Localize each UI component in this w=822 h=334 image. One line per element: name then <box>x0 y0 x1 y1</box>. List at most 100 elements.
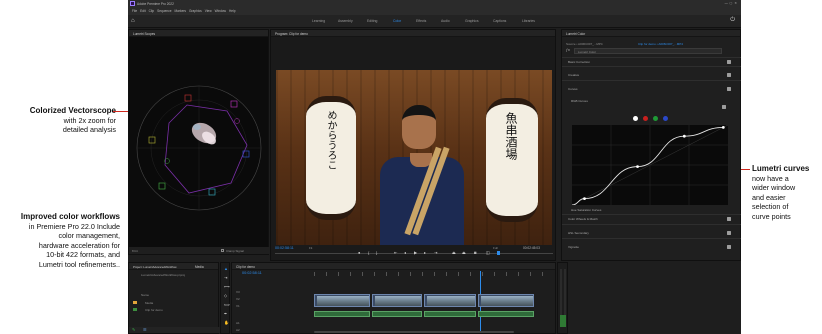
timeline-ruler[interactable] <box>314 272 550 276</box>
window-controls-icon[interactable]: — ▢ ✕ <box>725 1 737 5</box>
export-frame-icon[interactable]: ◙ <box>474 250 476 255</box>
curve-channel-blue[interactable] <box>663 116 668 121</box>
pencil-icon[interactable]: ✎ <box>132 327 135 332</box>
menu-window[interactable]: Window <box>215 9 226 13</box>
video-clip[interactable] <box>478 294 534 307</box>
section-basic-correction[interactable]: Basic Correction <box>568 60 590 64</box>
curve-point[interactable] <box>721 126 725 129</box>
timeline-timecode[interactable]: 00:02:58:11 <box>242 271 262 275</box>
audio-clip[interactable] <box>424 311 476 317</box>
lumetri-color-title[interactable]: Lumetri Color <box>566 32 585 36</box>
workspace-tab-learning[interactable]: Learning <box>312 19 325 23</box>
go-to-in-icon[interactable]: ⇤ <box>394 250 397 255</box>
fx-icon: ƒx <box>566 48 570 52</box>
track-header-a2: A2 <box>236 318 308 332</box>
vignette-toggle[interactable] <box>727 245 731 249</box>
hsl-secondary-toggle[interactable] <box>727 231 731 235</box>
workspace-tab-captions[interactable]: Captions <box>493 19 506 23</box>
lift-icon[interactable]: ⏏ <box>452 250 456 255</box>
curve-channel-green[interactable] <box>653 116 658 121</box>
project-item-clip[interactable]: Clip for demo <box>133 307 217 313</box>
menu-graphics[interactable]: Graphics <box>189 9 202 13</box>
workspace-tab-assembly[interactable]: Assembly <box>338 19 353 23</box>
curves-toggle[interactable] <box>727 87 731 91</box>
mark-in-icon[interactable]: { <box>368 250 369 255</box>
home-icon[interactable]: ⌂ <box>131 18 135 24</box>
audio-clip[interactable] <box>314 311 370 317</box>
curve-point[interactable] <box>682 134 686 138</box>
color-workflows-annotation-line: Lumetri tool refinements.. <box>38 259 120 269</box>
project-panel-title[interactable]: Project: LumetriAdvancedWorkflow <box>133 265 176 269</box>
subsection-rgb-curves[interactable]: RGB Curves <box>571 99 588 103</box>
curve-point[interactable] <box>583 197 586 200</box>
color-workflows-annotation-line: color management, <box>58 231 120 241</box>
menu-edit[interactable]: Edit <box>140 9 146 13</box>
timeline-scrollbar[interactable] <box>314 331 514 333</box>
add-marker-icon[interactable]: ● <box>358 250 360 255</box>
extract-icon[interactable]: ⏏ <box>462 250 466 255</box>
go-to-out-icon[interactable]: ⇥ <box>434 250 437 255</box>
timeline-sequence-tab[interactable]: Clip for demo <box>236 265 255 269</box>
track-select-icon[interactable]: ⇥ <box>224 275 227 280</box>
section-vignette[interactable]: Vignette <box>568 245 579 249</box>
lumetri-preset-select[interactable]: Lumetri Color <box>574 48 722 54</box>
project-column-name[interactable]: Name <box>141 293 149 297</box>
lumetri-sequence-tab[interactable]: Clip for demo • A006C007_...MP4 <box>638 42 683 46</box>
lumetri-curves-annotation-line: curve points <box>752 211 791 221</box>
menu-view[interactable]: View <box>205 9 212 13</box>
workspace-tab-audio[interactable]: Audio <box>441 19 450 23</box>
creative-toggle[interactable] <box>727 73 731 77</box>
section-color-wheels[interactable]: Color Wheels & Match <box>568 217 598 221</box>
workspace-tab-effects[interactable]: Effects <box>416 19 426 23</box>
color-wheels-toggle[interactable] <box>727 217 731 221</box>
section-hue-saturation-curves[interactable]: Hue Saturation Curves <box>571 208 601 212</box>
quick-export-icon[interactable]: ⏻ <box>730 17 735 24</box>
mark-out-icon[interactable]: } <box>376 250 377 255</box>
menu-markers[interactable]: Markers <box>175 9 187 13</box>
pen-tool-icon[interactable]: ✒ <box>224 311 227 316</box>
list-view-icon[interactable]: ☰ <box>143 327 147 332</box>
color-workflows-annotation-line: hardware acceleration for <box>38 240 120 250</box>
video-clip[interactable] <box>372 294 422 307</box>
audio-clip[interactable] <box>372 311 422 317</box>
lumetri-source-tab[interactable]: Source • A006C007_...MP4 <box>566 42 603 46</box>
section-hsl-secondary[interactable]: HSL Secondary <box>568 231 589 235</box>
video-clip[interactable] <box>424 294 476 307</box>
video-clip[interactable] <box>314 294 370 307</box>
menu-file[interactable]: File <box>132 9 137 13</box>
clamp-signal-checkbox[interactable] <box>221 249 224 252</box>
menu-sequence[interactable]: Sequence <box>157 9 171 13</box>
menu-clip[interactable]: Clip <box>149 9 155 13</box>
section-creative[interactable]: Creative <box>568 73 579 77</box>
scopes-panel-title[interactable]: Lumetri Scopes <box>133 32 155 36</box>
project-item-media[interactable]: Media <box>133 300 217 306</box>
audio-clip[interactable] <box>478 311 534 317</box>
menu-help[interactable]: Help <box>229 9 236 13</box>
basic-correction-toggle[interactable] <box>727 60 731 64</box>
track-label-v1[interactable]: V1 <box>236 304 240 308</box>
hand-tool-icon[interactable]: ✋ <box>224 320 229 325</box>
media-tab[interactable]: Media <box>195 265 204 269</box>
comparison-view-icon[interactable]: ◫ <box>486 250 490 255</box>
step-back-icon[interactable]: ◂ <box>404 250 406 255</box>
selection-tool-icon[interactable]: ▲ <box>224 266 228 271</box>
curve-point[interactable] <box>636 165 639 168</box>
section-curves[interactable]: Curves <box>568 87 578 91</box>
step-forward-icon[interactable]: ▸ <box>424 250 426 255</box>
workspace-tab-editing[interactable]: Editing <box>367 19 377 23</box>
slip-tool-icon[interactable]: ⟺ <box>224 302 230 307</box>
scopes-zoom-select[interactable]: 8 bit <box>132 249 138 253</box>
project-item-media-label: Media <box>145 301 154 305</box>
play-icon[interactable]: ▶ <box>414 250 417 255</box>
workspace-tab-color[interactable]: Color <box>393 19 401 23</box>
vectorscope-annotation-title: Colorized Vectorscope <box>29 106 116 115</box>
curve-channel-white[interactable] <box>633 116 638 121</box>
workspace-tab-libraries[interactable]: Libraries <box>522 19 535 23</box>
program-monitor-title[interactable]: Program: Clip for demo <box>275 32 308 36</box>
curve-channel-red[interactable] <box>643 116 648 121</box>
rgb-curves-toggle[interactable] <box>722 105 726 109</box>
ripple-edit-icon[interactable]: ⟷ <box>224 284 230 289</box>
rgb-curve-graph[interactable] <box>572 125 728 205</box>
workspace-tab-graphics[interactable]: Graphics <box>465 19 479 23</box>
razor-tool-icon[interactable]: ◇ <box>224 293 227 298</box>
